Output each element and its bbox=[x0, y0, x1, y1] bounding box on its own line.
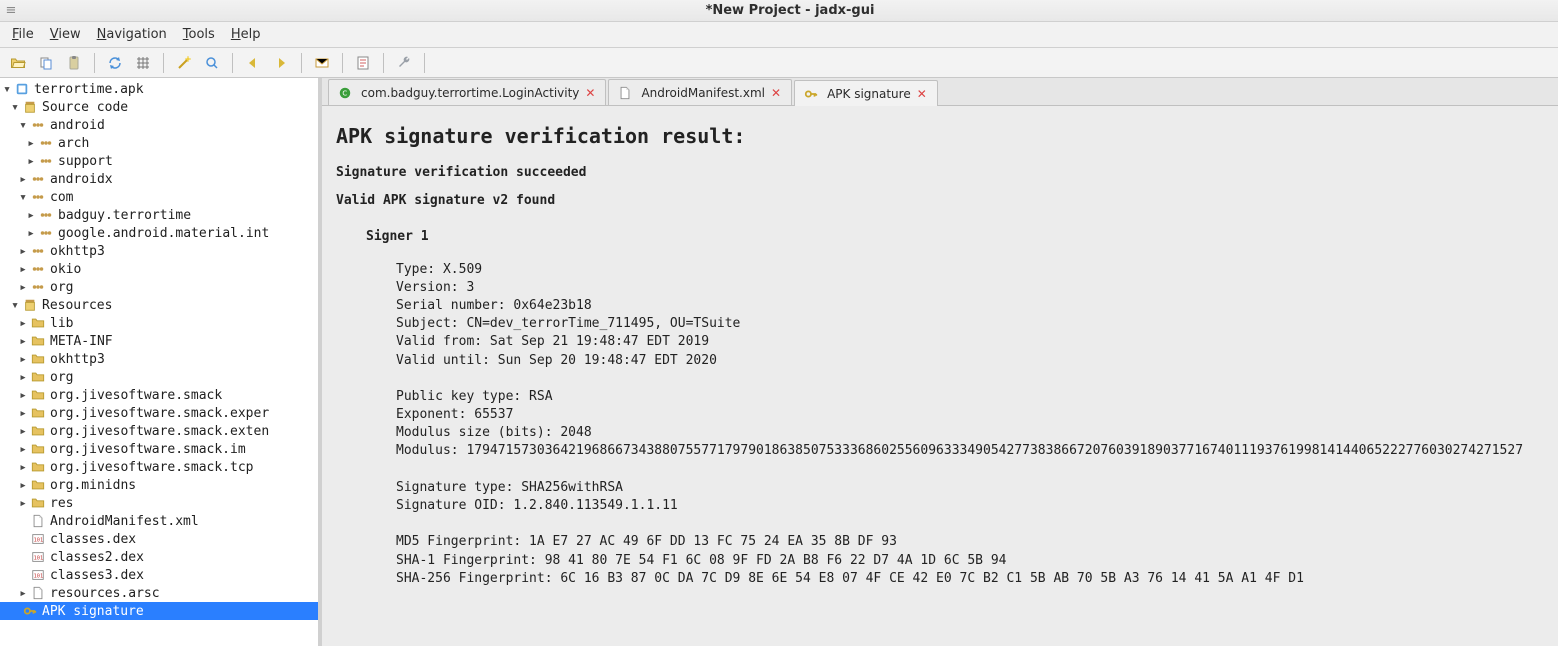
page-heading: APK signature verification result: bbox=[336, 122, 1544, 150]
tab-manifest[interactable]: AndroidManifest.xml ✕ bbox=[608, 79, 792, 105]
close-tab-icon[interactable]: ✕ bbox=[917, 87, 927, 101]
tab-label: AndroidManifest.xml bbox=[641, 86, 765, 100]
editor-area: com.badguy.terrortime.LoginActivity ✕ An… bbox=[322, 78, 1558, 646]
tree-pkg-arch[interactable]: ▸arch bbox=[0, 134, 318, 152]
file-icon bbox=[617, 86, 633, 100]
tree-file-manifest[interactable]: AndroidManifest.xml bbox=[0, 512, 318, 530]
sync-button[interactable] bbox=[103, 51, 127, 75]
tab-label: com.badguy.terrortime.LoginActivity bbox=[361, 86, 579, 100]
tree-folder-okhttp3[interactable]: ▸okhttp3 bbox=[0, 350, 318, 368]
tree-folder-minidns[interactable]: ▸org.minidns bbox=[0, 476, 318, 494]
tree-resources[interactable]: ▾Resources bbox=[0, 296, 318, 314]
titlebar: ≡ *New Project - jadx-gui bbox=[0, 0, 1558, 22]
tree-pkg-com[interactable]: ▾com bbox=[0, 188, 318, 206]
tab-label: APK signature bbox=[827, 87, 911, 101]
toolbar-separator bbox=[232, 53, 233, 73]
window-icon: ≡ bbox=[0, 3, 22, 18]
tree-pkg-gmaterial[interactable]: ▸google.android.material.int bbox=[0, 224, 318, 242]
close-tab-icon[interactable]: ✕ bbox=[585, 86, 595, 100]
menu-navigation[interactable]: Navigation bbox=[89, 25, 175, 44]
paste-button[interactable] bbox=[62, 51, 86, 75]
tree-pkg-badguy[interactable]: ▸badguy.terrortime bbox=[0, 206, 318, 224]
preferences-button[interactable] bbox=[392, 51, 416, 75]
close-tab-icon[interactable]: ✕ bbox=[771, 86, 781, 100]
signature-details: Type: X.509 Version: 3 Serial number: 0x… bbox=[396, 261, 1544, 588]
verification-status: Signature verification succeeded bbox=[336, 164, 1544, 182]
tree-file-classes2[interactable]: classes2.dex bbox=[0, 548, 318, 566]
key-icon bbox=[803, 87, 819, 101]
class-icon bbox=[337, 86, 353, 100]
signer-label: Signer 1 bbox=[366, 228, 1544, 246]
tree-file-classes3[interactable]: classes3.dex bbox=[0, 566, 318, 584]
tree-pkg-androidx[interactable]: ▸androidx bbox=[0, 170, 318, 188]
project-tree[interactable]: ▾terrortime.apk ▾Source code ▾android ▸a… bbox=[0, 78, 322, 646]
tree-root[interactable]: ▾terrortime.apk bbox=[0, 80, 318, 98]
tree-pkg-okhttp3[interactable]: ▸okhttp3 bbox=[0, 242, 318, 260]
tree-folder-smack-im[interactable]: ▸org.jivesoftware.smack.im bbox=[0, 440, 318, 458]
tree-folder-res[interactable]: ▸res bbox=[0, 494, 318, 512]
tree-source-code[interactable]: ▾Source code bbox=[0, 98, 318, 116]
tab-login-activity[interactable]: com.badguy.terrortime.LoginActivity ✕ bbox=[328, 79, 606, 105]
toolbar-separator bbox=[383, 53, 384, 73]
menubar: File View Navigation Tools Help bbox=[0, 22, 1558, 48]
log-button[interactable] bbox=[351, 51, 375, 75]
tree-pkg-okio[interactable]: ▸okio bbox=[0, 260, 318, 278]
tree-pkg-android[interactable]: ▾android bbox=[0, 116, 318, 134]
tree-pkg-org[interactable]: ▸org bbox=[0, 278, 318, 296]
nav-forward-button[interactable] bbox=[269, 51, 293, 75]
toolbar-separator bbox=[424, 53, 425, 73]
signature-version: Valid APK signature v2 found bbox=[336, 192, 1544, 210]
tree-folder-lib[interactable]: ▸lib bbox=[0, 314, 318, 332]
tree-pkg-support[interactable]: ▸support bbox=[0, 152, 318, 170]
menu-file[interactable]: File bbox=[4, 25, 42, 44]
menu-tools[interactable]: Tools bbox=[175, 25, 223, 44]
toolbar-separator bbox=[342, 53, 343, 73]
tree-folder-smack-tcp[interactable]: ▸org.jivesoftware.smack.tcp bbox=[0, 458, 318, 476]
tree-file-classes[interactable]: classes.dex bbox=[0, 530, 318, 548]
copy-button[interactable] bbox=[34, 51, 58, 75]
toolbar-separator bbox=[94, 53, 95, 73]
toolbar-separator bbox=[163, 53, 164, 73]
toolbar-separator bbox=[301, 53, 302, 73]
tree-folder-smack-exten[interactable]: ▸org.jivesoftware.smack.exten bbox=[0, 422, 318, 440]
nav-back-button[interactable] bbox=[241, 51, 265, 75]
open-file-button[interactable] bbox=[6, 51, 30, 75]
tree-folder-metainf[interactable]: ▸META-INF bbox=[0, 332, 318, 350]
report-button[interactable] bbox=[310, 51, 334, 75]
search-button[interactable] bbox=[200, 51, 224, 75]
tree-file-resources-arsc[interactable]: ▸resources.arsc bbox=[0, 584, 318, 602]
menu-help[interactable]: Help bbox=[223, 25, 269, 44]
toolbar bbox=[0, 48, 1558, 78]
tab-apk-signature[interactable]: APK signature ✕ bbox=[794, 80, 938, 106]
tree-apk-signature[interactable]: APK signature bbox=[0, 602, 318, 620]
flatten-button[interactable] bbox=[131, 51, 155, 75]
content-pane[interactable]: APK signature verification result: Signa… bbox=[322, 106, 1558, 646]
menu-view[interactable]: View bbox=[42, 25, 89, 44]
tree-folder-smack-exper[interactable]: ▸org.jivesoftware.smack.exper bbox=[0, 404, 318, 422]
editor-tabs: com.badguy.terrortime.LoginActivity ✕ An… bbox=[322, 78, 1558, 106]
window-title: *New Project - jadx-gui bbox=[706, 3, 875, 18]
tree-folder-org[interactable]: ▸org bbox=[0, 368, 318, 386]
deobfuscate-button[interactable] bbox=[172, 51, 196, 75]
tree-folder-smack[interactable]: ▸org.jivesoftware.smack bbox=[0, 386, 318, 404]
